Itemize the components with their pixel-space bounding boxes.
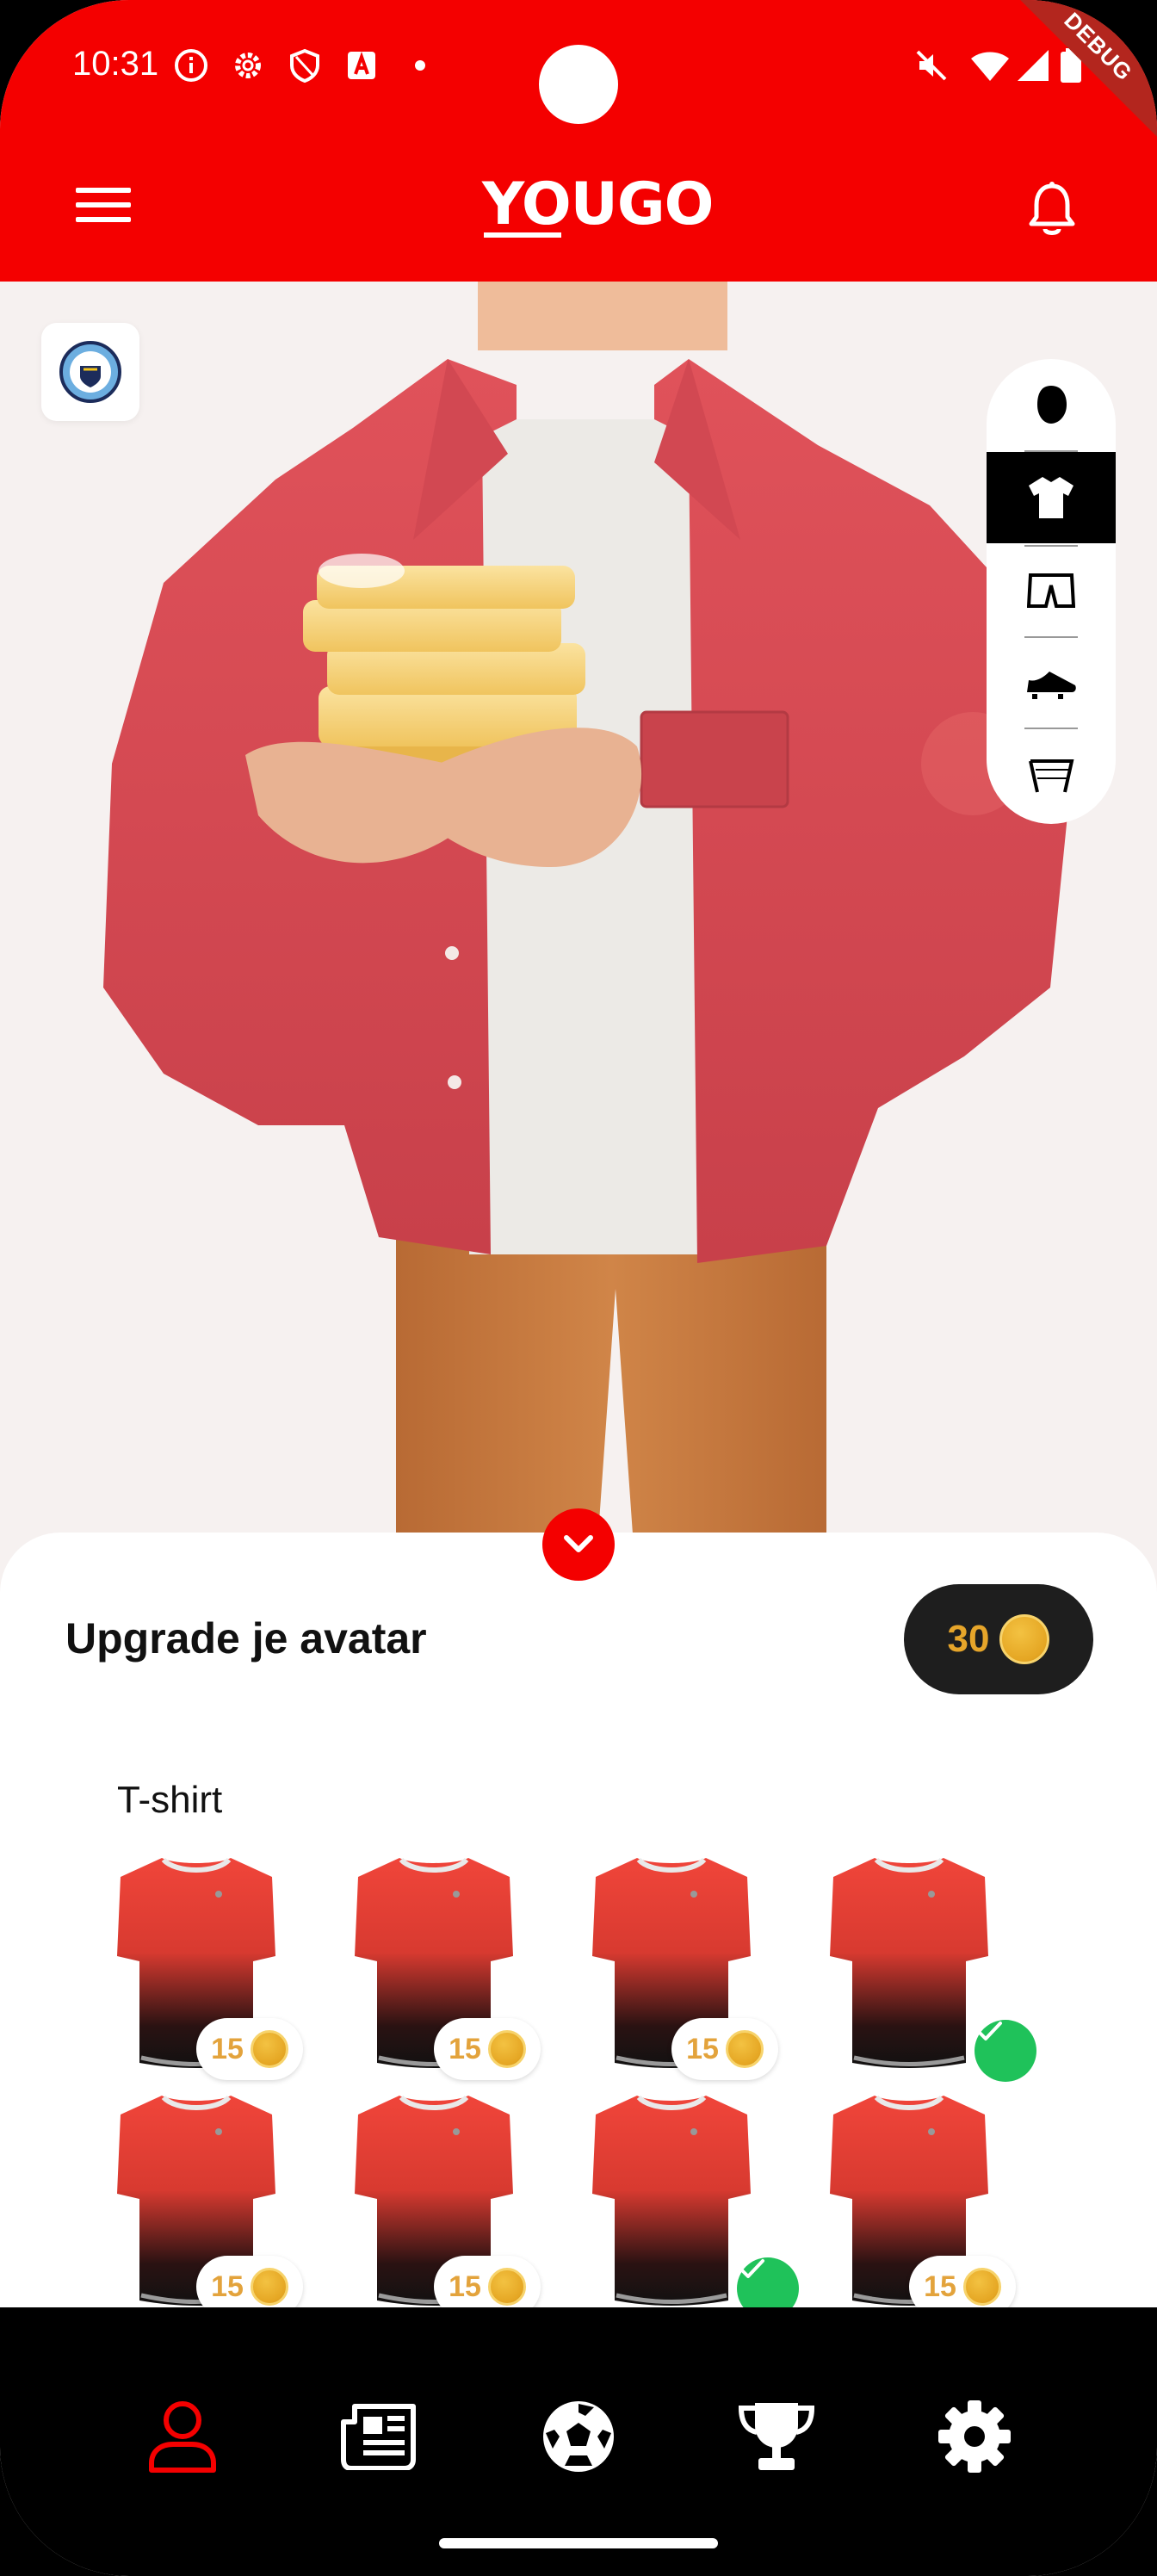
dot-icon bbox=[415, 60, 425, 71]
goal-icon bbox=[1029, 759, 1074, 793]
chevron-down-icon bbox=[564, 1535, 593, 1552]
coin-icon bbox=[250, 2030, 288, 2068]
settings-icon bbox=[235, 53, 261, 78]
wifi-icon bbox=[971, 52, 1009, 81]
user-icon bbox=[149, 2401, 216, 2473]
shirt-item[interactable]: 15 bbox=[110, 1853, 317, 2080]
shield-icon bbox=[290, 48, 319, 83]
app-screen: 10:31 DEBUG YOUGO Upgrade je avatar 30 T… bbox=[0, 0, 1157, 2576]
collapse-sheet-button[interactable] bbox=[542, 1508, 615, 1581]
price-value: 15 bbox=[211, 2032, 244, 2065]
settings-gear-icon bbox=[938, 2400, 1011, 2473]
coin-balance[interactable]: 30 bbox=[904, 1584, 1093, 1694]
rail-t-shirt[interactable] bbox=[987, 452, 1116, 543]
bell-icon[interactable] bbox=[1024, 181, 1080, 239]
nav-profile[interactable] bbox=[131, 2385, 234, 2488]
front-camera bbox=[539, 45, 618, 124]
shirt-item[interactable]: 15 bbox=[348, 1853, 554, 2080]
football-icon bbox=[543, 2401, 614, 2472]
news-icon bbox=[341, 2404, 416, 2470]
shirt-image bbox=[830, 1857, 988, 2068]
coin-icon bbox=[250, 2268, 288, 2306]
nav-settings[interactable] bbox=[923, 2385, 1026, 2488]
football-boot-icon bbox=[1027, 672, 1076, 699]
coin-icon bbox=[999, 1614, 1050, 1664]
category-rail bbox=[987, 359, 1116, 824]
coin-balance-value: 30 bbox=[947, 1618, 990, 1660]
info-icon bbox=[175, 49, 207, 82]
shirt-item[interactable]: 15 bbox=[585, 1853, 792, 2080]
rail-boots[interactable] bbox=[987, 638, 1116, 729]
menu-icon bbox=[76, 188, 131, 193]
t-shirt-icon bbox=[1029, 477, 1073, 518]
price-badge: 15 bbox=[671, 2018, 778, 2080]
top-app-bar: 10:31 DEBUG YOUGO bbox=[0, 0, 1157, 282]
coin-icon bbox=[487, 2030, 526, 2068]
shirt-image bbox=[592, 2095, 751, 2306]
head-icon bbox=[1037, 386, 1067, 424]
shirt-item[interactable] bbox=[823, 1853, 1036, 2082]
logo-underline bbox=[484, 232, 561, 238]
price-value: 15 bbox=[449, 2032, 481, 2065]
coin-icon bbox=[962, 2268, 1001, 2306]
signal-icon bbox=[1018, 50, 1049, 81]
mute-icon bbox=[916, 50, 947, 81]
rail-shorts[interactable] bbox=[987, 547, 1116, 638]
owned-check-icon bbox=[974, 2020, 1036, 2082]
trophy-icon bbox=[738, 2403, 815, 2470]
price-value: 15 bbox=[449, 2269, 481, 2303]
avatar-preview bbox=[0, 282, 1157, 1534]
manchester-city-crest-icon[interactable] bbox=[41, 323, 139, 421]
nav-news[interactable] bbox=[327, 2385, 430, 2488]
shirt-grid: 15 15 15 15 15 15 bbox=[0, 1842, 1157, 2319]
coin-icon bbox=[487, 2268, 526, 2306]
nav-matches[interactable] bbox=[527, 2385, 630, 2488]
price-badge: 15 bbox=[434, 2018, 541, 2080]
price-value: 15 bbox=[686, 2032, 719, 2065]
shirt-item[interactable]: 15 bbox=[823, 2090, 1030, 2318]
rail-goal[interactable] bbox=[987, 729, 1116, 820]
coin-icon bbox=[725, 2030, 764, 2068]
price-value: 15 bbox=[924, 2269, 956, 2303]
shirt-item[interactable]: 15 bbox=[110, 2090, 317, 2318]
price-value: 15 bbox=[211, 2269, 244, 2303]
home-indicator[interactable] bbox=[439, 2538, 718, 2548]
shorts-icon bbox=[1027, 573, 1075, 608]
sheet-title: Upgrade je avatar bbox=[65, 1614, 427, 1663]
status-time: 10:31 bbox=[72, 45, 159, 83]
shirt-item[interactable]: 15 bbox=[348, 2090, 554, 2318]
font-a-icon bbox=[348, 51, 375, 79]
price-badge: 15 bbox=[196, 2018, 303, 2080]
shirt-item[interactable] bbox=[585, 2090, 799, 2319]
rail-head[interactable] bbox=[987, 359, 1116, 450]
menu-button[interactable] bbox=[76, 188, 131, 229]
nav-trophies[interactable] bbox=[725, 2385, 828, 2488]
section-label: T-shirt bbox=[117, 1779, 223, 1821]
avatar-figure bbox=[103, 282, 1067, 1534]
bottom-navigation bbox=[0, 2307, 1157, 2576]
